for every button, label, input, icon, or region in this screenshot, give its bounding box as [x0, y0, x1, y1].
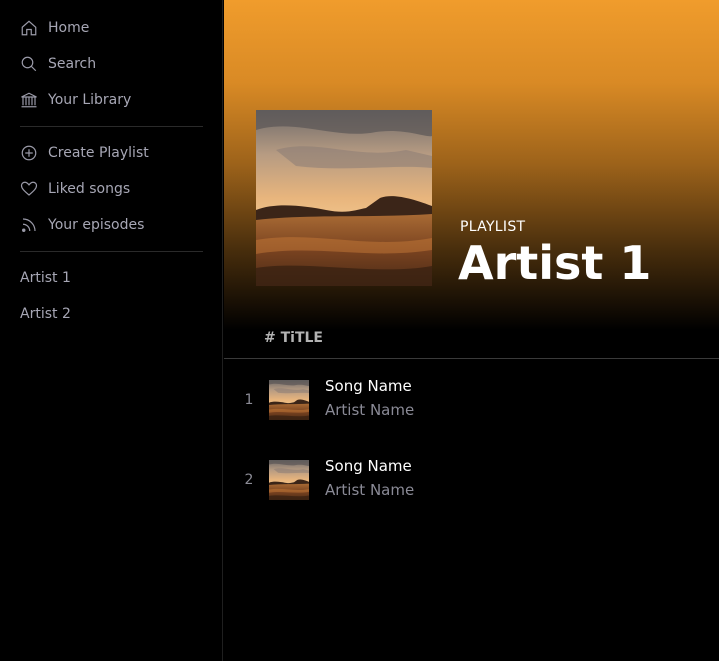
track-song-name: Song Name	[325, 377, 412, 395]
your-episodes-link[interactable]: Your episodes	[20, 213, 144, 237]
sidebar-playlist-artist-2[interactable]: Artist 2	[20, 306, 71, 322]
create-playlist-button[interactable]: Create Playlist	[20, 141, 149, 165]
liked-songs-link[interactable]: Liked songs	[20, 177, 130, 201]
plus-circle-icon	[20, 144, 38, 162]
playlist-title: Artist 1	[458, 236, 652, 290]
sidebar-playlist-artist-1[interactable]: Artist 1	[20, 270, 71, 286]
liked-songs-label: Liked songs	[48, 181, 131, 197]
nav-search[interactable]: Search	[20, 52, 96, 76]
header-divider	[224, 358, 719, 359]
nav-search-label: Search	[48, 56, 97, 72]
nav-your-library[interactable]: Your Library	[20, 88, 131, 112]
sidebar-divider	[20, 251, 203, 252]
heart-icon	[20, 180, 38, 198]
sidebar: Home Search Your Library Create Playlist…	[0, 0, 223, 661]
nav-your-library-label: Your Library	[48, 92, 132, 108]
track-number: 1	[244, 392, 254, 408]
track-song-name: Song Name	[325, 457, 412, 475]
nav-home[interactable]: Home	[20, 16, 89, 40]
your-episodes-label: Your episodes	[48, 217, 145, 233]
home-icon	[20, 19, 38, 37]
library-icon	[20, 91, 38, 109]
sidebar-divider	[20, 126, 203, 127]
track-artist-name[interactable]: Artist Name	[325, 401, 414, 419]
playlist-cover-image	[256, 110, 432, 286]
track-number: 2	[244, 472, 254, 488]
track-thumbnail	[269, 380, 309, 420]
nav-home-label: Home	[48, 20, 90, 36]
rss-icon	[20, 216, 38, 234]
track-row[interactable]: 1 Song Name Artist Name	[224, 377, 719, 440]
track-row[interactable]: 2 Song Name Artist Name	[224, 457, 719, 520]
playlist-header: PLAYLIST Artist 1	[224, 0, 719, 330]
main-content: PLAYLIST Artist 1 # TiTLE 1 Song Name Ar…	[224, 0, 719, 661]
track-thumbnail	[269, 460, 309, 500]
search-icon	[20, 55, 38, 73]
track-list-header: # TiTLE	[264, 330, 323, 346]
create-playlist-label: Create Playlist	[48, 145, 149, 161]
track-artist-name[interactable]: Artist Name	[325, 481, 414, 499]
playlist-type-label: PLAYLIST	[460, 219, 526, 235]
